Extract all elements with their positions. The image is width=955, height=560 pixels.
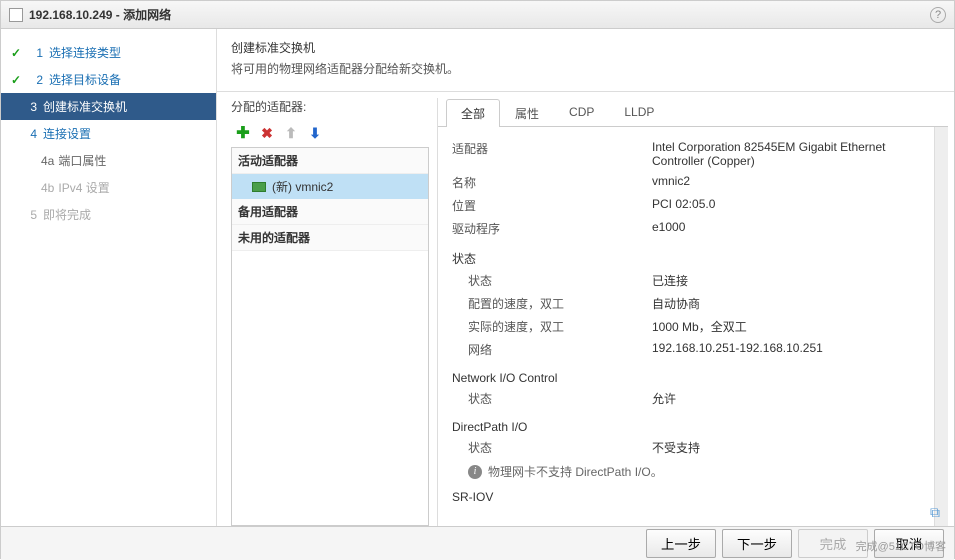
info-icon: i — [468, 465, 482, 479]
step-title: 创建标准交换机 — [231, 39, 940, 56]
network-key: 网络 — [452, 341, 652, 358]
detail-tabs: 全部 属性 CDP LLDP — [438, 98, 948, 127]
adapter-details: 适配器Intel Corporation 82545EM Gigabit Eth… — [438, 127, 934, 526]
location-key: 位置 — [452, 197, 652, 214]
adapter-key: 适配器 — [452, 140, 652, 168]
dp-note: i 物理网卡不支持 DirectPath I/O。 — [452, 463, 920, 480]
dp-status-key: 状态 — [452, 439, 652, 456]
nioc-section: Network I/O Control — [452, 371, 920, 385]
copy-icon[interactable]: ⧉ — [930, 504, 940, 521]
tab-cdp[interactable]: CDP — [554, 99, 609, 127]
step-header: 创建标准交换机 将可用的物理网络适配器分配给新交换机。 — [217, 29, 954, 87]
move-up-button[interactable]: ⬆ — [283, 125, 299, 141]
host-icon — [9, 8, 23, 22]
directpath-section: DirectPath I/O — [452, 420, 920, 434]
name-value: vmnic2 — [652, 174, 920, 191]
active-adapters-header: 活动适配器 — [232, 148, 428, 174]
wizard-step-label: 连接设置 — [43, 125, 91, 142]
wizard-step-4b: 4b IPv4 设置 — [1, 174, 216, 201]
unused-adapters-header: 未用的适配器 — [232, 225, 428, 251]
status-section: 状态 — [452, 250, 920, 267]
wizard-step-label: 即将完成 — [43, 206, 91, 223]
wizard-step-label: 端口属性 — [58, 152, 106, 169]
tab-lldp[interactable]: LLDP — [609, 99, 669, 127]
tab-properties[interactable]: 属性 — [500, 99, 554, 127]
wizard-step-1[interactable]: ✓ 1 选择连接类型 — [1, 39, 216, 66]
adapter-list: 活动适配器 (新) vmnic2 备用适配器 未用的适配器 — [231, 147, 429, 526]
dialog-footer: 上一步 下一步 完成 取消 完成@51CTO博客 — [1, 526, 954, 560]
wizard-nav: ✓ 1 选择连接类型 ✓ 2 选择目标设备 3 创建标准交换机 4 连接设置 4… — [1, 29, 216, 526]
standby-adapters-header: 备用适配器 — [232, 199, 428, 225]
wizard-step-label: 创建标准交换机 — [43, 98, 127, 115]
wizard-step-4a: 4a 端口属性 — [1, 147, 216, 174]
status-key: 状态 — [452, 272, 652, 289]
details-scrollbar[interactable] — [934, 127, 948, 526]
titlebar: 192.168.10.249 - 添加网络 ? — [1, 1, 954, 29]
network-value: 192.168.10.251-192.168.10.251 — [652, 341, 920, 358]
dp-status-value: 不受支持 — [652, 439, 920, 456]
window-title: 192.168.10.249 - 添加网络 — [29, 6, 930, 23]
wizard-step-4: 4 连接设置 — [1, 120, 216, 147]
driver-key: 驱动程序 — [452, 220, 652, 237]
wizard-step-label: 选择连接类型 — [49, 44, 121, 61]
wizard-step-2[interactable]: ✓ 2 选择目标设备 — [1, 66, 216, 93]
status-value: 已连接 — [652, 272, 920, 289]
check-icon: ✓ — [11, 46, 23, 60]
finish-button: 完成 — [798, 529, 868, 558]
step-subtitle: 将可用的物理网络适配器分配给新交换机。 — [231, 60, 940, 77]
wizard-step-3[interactable]: 3 创建标准交换机 — [1, 93, 216, 120]
check-icon: ✓ — [11, 73, 23, 87]
adapter-toolbar: ✚ ✖ ⬆ ⬇ — [231, 123, 429, 143]
move-down-button[interactable]: ⬇ — [307, 125, 323, 141]
act-speed-key: 实际的速度，双工 — [452, 318, 652, 335]
cfg-speed-key: 配置的速度，双工 — [452, 295, 652, 312]
adapter-item-vmnic2[interactable]: (新) vmnic2 — [232, 174, 428, 199]
adapter-item-label: (新) vmnic2 — [272, 178, 333, 195]
adapter-value: Intel Corporation 82545EM Gigabit Ethern… — [652, 140, 920, 168]
remove-button[interactable]: ✖ — [259, 125, 275, 141]
nic-icon — [252, 182, 266, 192]
cancel-button[interactable]: 取消 — [874, 529, 944, 558]
name-key: 名称 — [452, 174, 652, 191]
nioc-status-value: 允许 — [652, 390, 920, 407]
help-icon[interactable]: ? — [930, 7, 946, 23]
sriov-section: SR-IOV — [452, 490, 920, 504]
back-button[interactable]: 上一步 — [646, 529, 716, 558]
add-button[interactable]: ✚ — [235, 125, 251, 141]
wizard-step-5: 5 即将完成 — [1, 201, 216, 228]
cfg-speed-value: 自动协商 — [652, 295, 920, 312]
tab-all[interactable]: 全部 — [446, 99, 500, 127]
nioc-status-key: 状态 — [452, 390, 652, 407]
next-button[interactable]: 下一步 — [722, 529, 792, 558]
wizard-step-label: 选择目标设备 — [49, 71, 121, 88]
driver-value: e1000 — [652, 220, 920, 237]
act-speed-value: 1000 Mb，全双工 — [652, 318, 920, 335]
location-value: PCI 02:05.0 — [652, 197, 920, 214]
wizard-step-label: IPv4 设置 — [58, 179, 109, 196]
assigned-adapters-label: 分配的适配器: — [231, 98, 429, 115]
